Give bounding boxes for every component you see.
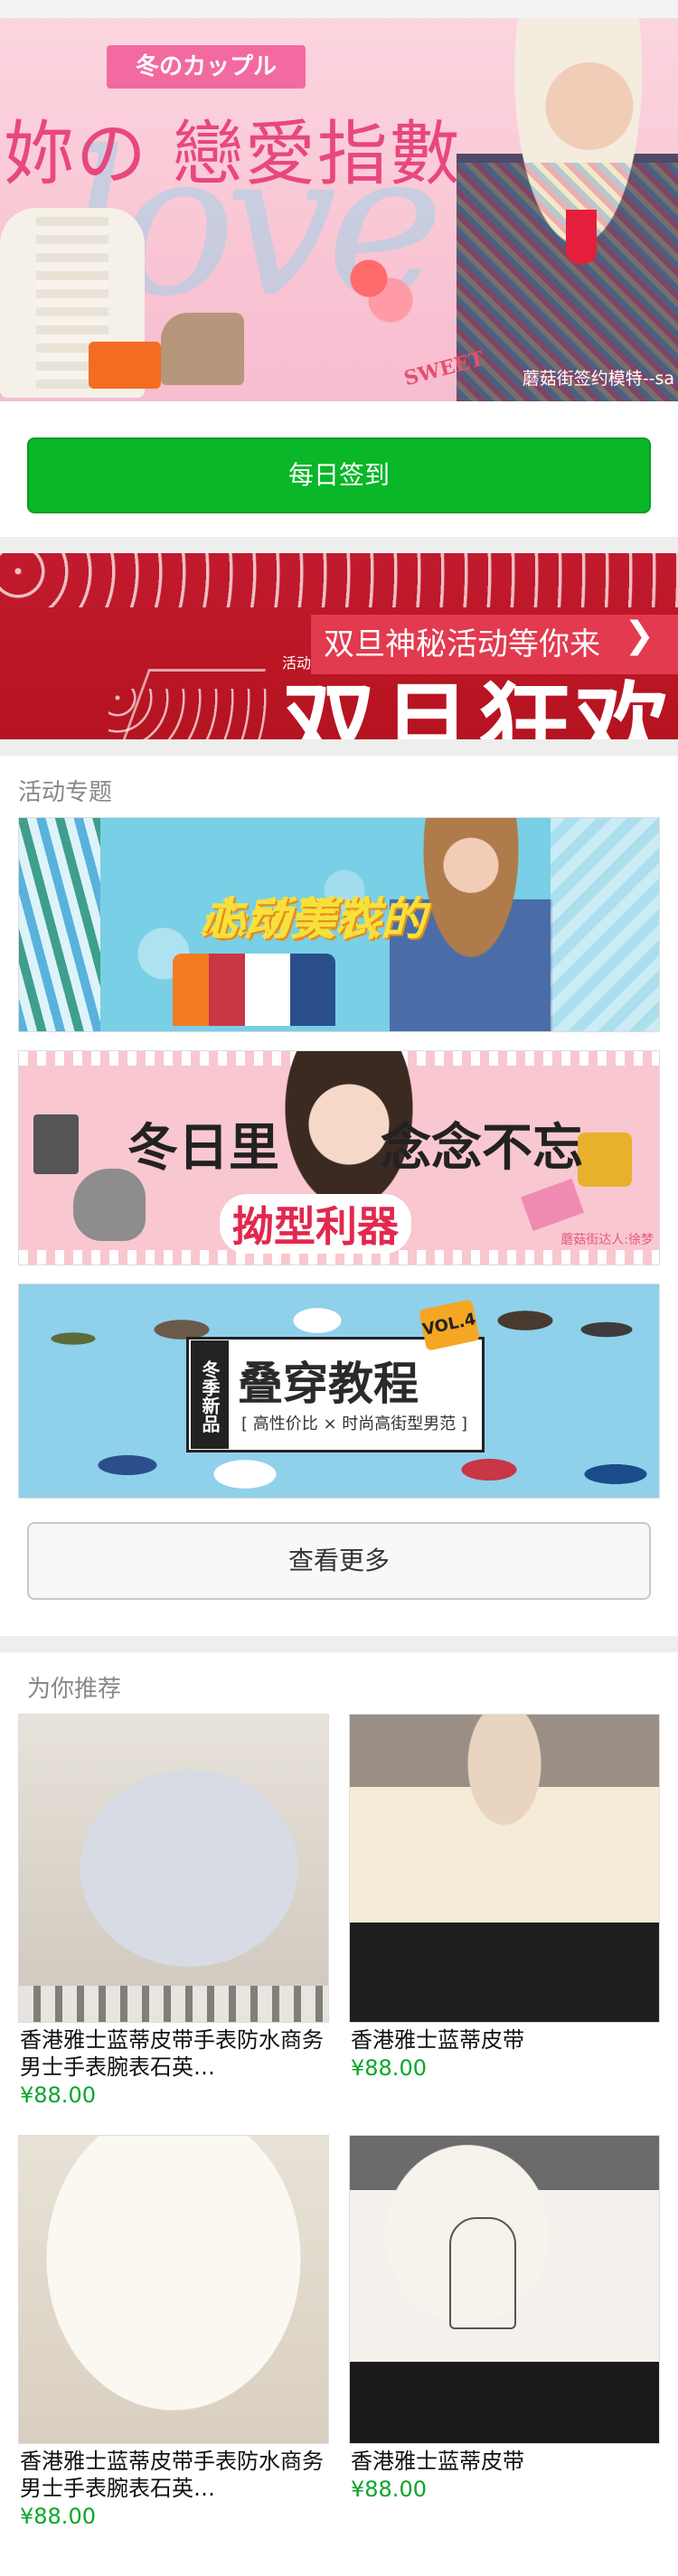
topic-banner-2-tagline: 拗型利器 (220, 1194, 411, 1254)
daily-signin-button[interactable]: 每日签到 (27, 437, 651, 513)
topic-banner-2-title-right: 念念不忘 (381, 1119, 583, 1178)
topic-banner-1-title: 心动美衣 (200, 893, 381, 945)
product-price: ¥88.00 (351, 2477, 427, 2502)
topics-section-title: 活动专题 (18, 779, 113, 806)
hero-cups-image (325, 235, 434, 343)
product-price: ¥88.00 (20, 2082, 96, 2108)
hero-caption: 蘑菇街签约模特--sa (522, 369, 674, 389)
product-name[interactable]: 香港雅士蓝蒂皮带手表防水商务男士手表腕表石英… (20, 2026, 327, 2081)
hero-banner[interactable]: love 冬のカップル 妳の 戀愛指數 SWEET 蘑菇街签约模特--sa (0, 0, 678, 401)
topic-banner-1[interactable]: 未所预料的 心动美衣 (18, 817, 660, 1032)
product-name[interactable]: 香港雅士蓝蒂皮带手表防水商务男士手表腕表石英… (20, 2448, 327, 2502)
banner-bag-image (520, 1178, 585, 1232)
holiday-tag-label: 双旦神秘活动等你来 (324, 626, 600, 663)
product-price: ¥88.00 (351, 2055, 427, 2081)
banner-skirt-image (33, 1114, 79, 1174)
holiday-banner[interactable]: 活动 双旦狂欢 双旦神秘活动等你来 ❯ (0, 553, 678, 739)
activity-topics-section: 活动专题 未所预料的 心动美衣 冬日里 念念不忘 拗型利器 蘑菇街达人:徐梦 冬… (0, 756, 678, 1636)
topic-banner-3-subtitle: [ 高性价比 × 时尚高街型男范 ] (241, 1415, 468, 1434)
product-image[interactable] (349, 1714, 660, 2023)
recommend-section: 为你推荐 香港雅士蓝蒂皮带手表防水商务男士手表腕表石英… ¥88.00 香港雅士… (0, 1652, 678, 2576)
product-image[interactable] (18, 1714, 329, 2023)
banner-pattern-decor (551, 818, 659, 1031)
banner-bags-image (173, 954, 335, 1026)
topic-banner-3[interactable]: 冬季新品 叠穿教程 [ 高性价比 × 时尚高街型男范 ] VOL.4 (18, 1283, 660, 1499)
holiday-small-text: 活动 (282, 654, 312, 672)
hero-title: 妳の 戀愛指數 (4, 114, 462, 195)
snowflake-decor (0, 553, 678, 607)
product-card[interactable]: 香港雅士蓝蒂皮带 ¥88.00 (349, 2135, 660, 2542)
product-image[interactable] (18, 2135, 329, 2444)
banner-scarf-image (578, 1133, 632, 1187)
hero-bag-image (89, 342, 161, 389)
product-card[interactable]: 香港雅士蓝蒂皮带 ¥88.00 (349, 1714, 660, 2120)
product-price: ¥88.00 (20, 2504, 96, 2529)
topic-banner-3-season: 冬季新品 (191, 1340, 229, 1449)
hero-ribbon: 冬のカップル (107, 45, 306, 89)
product-image[interactable] (349, 2135, 660, 2444)
topic-banner-3-title: 叠穿教程 (238, 1358, 419, 1410)
product-card[interactable]: 香港雅士蓝蒂皮带手表防水商务男士手表腕表石英… ¥88.00 (18, 2135, 329, 2542)
hero-boot-image (161, 313, 244, 385)
chevron-right-icon: ❯ (624, 615, 654, 656)
product-name[interactable]: 香港雅士蓝蒂皮带 (351, 2026, 658, 2054)
product-card[interactable]: 香港雅士蓝蒂皮带手表防水商务男士手表腕表石英… ¥88.00 (18, 1714, 329, 2120)
holiday-tag[interactable]: 双旦神秘活动等你来 ❯ (311, 615, 678, 674)
banner-stripes-decor (19, 818, 100, 1031)
product-name[interactable]: 香港雅士蓝蒂皮带 (351, 2448, 658, 2475)
topic-banner-2-title-left: 冬日里 (127, 1119, 279, 1178)
recommend-section-title: 为你推荐 (27, 1676, 122, 1703)
topic-banner-2-credit: 蘑菇街达人:徐梦 (560, 1233, 654, 1247)
signin-section: 每日签到 (0, 401, 678, 537)
topic-banner-2[interactable]: 冬日里 念念不忘 拗型利器 蘑菇街达人:徐梦 (18, 1050, 660, 1265)
view-more-button[interactable]: 查看更多 (27, 1522, 651, 1600)
holiday-big-text: 双旦狂欢 (282, 672, 673, 739)
hero-tassel-image (566, 210, 597, 264)
